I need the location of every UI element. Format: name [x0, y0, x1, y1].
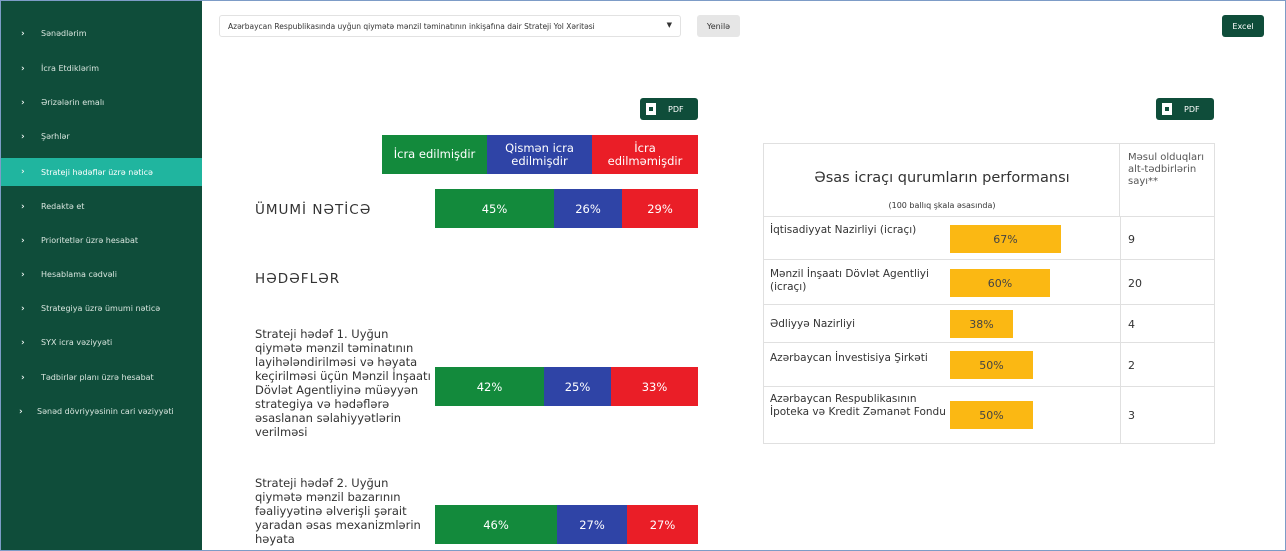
chevron-right-icon: › — [19, 407, 23, 417]
sidebar-item-label: Ərizələrin emalı — [41, 98, 105, 107]
reset-button[interactable]: Yenilə — [697, 15, 740, 37]
chevron-right-icon: › — [21, 98, 25, 108]
table-row: Mənzil İnşaatı Dövlət Agentliyi (icraçı)… — [764, 260, 1214, 305]
sidebar-item-label: SYX icra vəziyyəti — [41, 338, 113, 347]
performance-header: Əsas icraçı qurumların performansı (100 … — [764, 144, 1120, 217]
sidebar-item-calculation-table[interactable]: › Hesablama cədvəli — [1, 270, 202, 280]
excel-export-button[interactable]: Excel — [1222, 15, 1264, 37]
goal-1-text: Strateji hədəf 1. Uyğun qiymətə mənzil t… — [255, 327, 431, 439]
legend-done: İcra edilmişdir — [382, 135, 487, 174]
chevron-right-icon: › — [21, 373, 25, 383]
sidebar-item-documents[interactable]: › Sənədlərim — [1, 29, 202, 39]
sidebar-item-executed[interactable]: › İcra Etdiklərim — [1, 64, 202, 74]
sidebar-item-label: Strategiya üzrə ümumi nəticə — [41, 304, 161, 313]
sidebar-item-priorities-report[interactable]: › Prioritetlər üzrə hesabat — [1, 236, 202, 246]
overall-partial-segment: 26% — [554, 189, 622, 228]
pdf-button-label: PDF — [1184, 104, 1200, 114]
subtask-count: 4 — [1128, 318, 1135, 331]
table-row: Azərbaycan İnvestisiya Şirkəti 50% 2 — [764, 343, 1214, 387]
score-bar: 50% — [950, 401, 1033, 429]
sidebar-item-label: Redaktə et — [41, 202, 85, 211]
pdf-icon — [646, 103, 656, 115]
chevron-right-icon: › — [21, 202, 25, 212]
subtask-count: 9 — [1128, 233, 1135, 246]
strategy-select[interactable]: Azərbaycan Respublikasında uyğun qiymətə… — [219, 15, 681, 37]
legend-partial: Qismən icra edilmişdir — [487, 135, 592, 174]
legend-not-done: İcra edilməmişdir — [592, 135, 698, 174]
chevron-right-icon: › — [21, 132, 25, 142]
chevron-right-icon: › — [21, 304, 25, 314]
count-column-header: Məsul olduqları alt-tədbirlərin sayı** — [1120, 144, 1214, 217]
sidebar-item-label: Strateji hədəflər üzrə nəticə — [41, 167, 153, 177]
score-bar: 67% — [950, 225, 1061, 253]
sidebar-item-label: İcra Etdiklərim — [41, 64, 100, 73]
subtask-count: 3 — [1128, 409, 1135, 422]
chevron-down-icon: ▼ — [666, 21, 672, 29]
sidebar-item-action-plan-report[interactable]: › Tədbirlər planı üzrə hesabat — [1, 373, 202, 383]
sidebar-item-strategy-overall[interactable]: › Strategiya üzrə ümumi nəticə — [1, 304, 202, 314]
agency-name: Azərbaycan İnvestisiya Şirkəti — [770, 352, 928, 364]
performance-table: Əsas icraçı qurumların performansı (100 … — [763, 143, 1215, 444]
strategy-select-value: Azərbaycan Respublikasında uyğun qiymətə… — [228, 21, 595, 31]
sidebar-item-label: Tədbirlər planı üzrə hesabat — [41, 373, 154, 382]
goal-2-not-done-segment: 27% — [627, 505, 698, 544]
sidebar-item-strategic-results[interactable]: › Strateji hədəflər üzrə nəticə — [1, 158, 202, 186]
agency-name: Mənzil İnşaatı Dövlət Agentliyi (icraçı) — [770, 268, 929, 293]
overall-result-title: ÜMUMİ NƏTİCƏ — [255, 202, 372, 218]
agency-name: İqtisadiyyat Nazirliyi (icraçı) — [770, 224, 917, 236]
goal-2-text: Strateji hədəf 2. Uyğun qiymətə mənzil b… — [255, 476, 421, 546]
chevron-right-icon: › — [21, 236, 25, 246]
overall-not-done-segment: 29% — [622, 189, 698, 228]
table-row: Ədliyyə Nazirliyi 38% 4 — [764, 305, 1214, 343]
goal-1-done-segment: 42% — [435, 367, 544, 406]
sidebar-item-document-flow[interactable]: › Sənəd dövriyyəsinin cari vəziyyəti — [1, 405, 181, 419]
goals-heading: HƏDƏFLƏR — [255, 271, 341, 287]
goal-1-not-done-segment: 33% — [611, 367, 698, 406]
sidebar-item-comments[interactable]: › Şərhlər — [1, 132, 202, 142]
pdf-icon — [1162, 103, 1172, 115]
overall-result-bar: 45% 26% 29% — [435, 189, 698, 228]
goal-1-bar: 42% 25% 33% — [435, 367, 698, 406]
goal-2-bar: 46% 27% 27% — [435, 505, 698, 544]
goal-1-partial-segment: 25% — [544, 367, 611, 406]
score-bar: 60% — [950, 269, 1050, 297]
agency-name: Azərbaycan Respublikasının İpoteka və Kr… — [770, 393, 946, 418]
chevron-right-icon: › — [21, 338, 25, 348]
performance-subtitle: (100 ballıq şkala əsasında) — [888, 201, 996, 210]
sidebar-item-syx-status[interactable]: › SYX icra vəziyyəti — [1, 338, 202, 348]
goal-2-partial-segment: 27% — [557, 505, 627, 544]
agency-name: Ədliyyə Nazirliyi — [770, 318, 855, 330]
chevron-right-icon: › — [21, 29, 25, 39]
score-bar: 50% — [950, 351, 1033, 379]
sidebar-item-edit[interactable]: › Redaktə et — [1, 202, 202, 212]
sidebar-item-label: Şərhlər — [41, 132, 70, 141]
overall-done-segment: 45% — [435, 189, 554, 228]
sidebar-nav: › Sənədlərim › İcra Etdiklərim › Ərizələ… — [1, 1, 202, 550]
score-bar: 38% — [950, 310, 1013, 338]
pdf-export-button-right[interactable]: PDF — [1156, 98, 1214, 120]
table-row: İqtisadiyyat Nazirliyi (icraçı) 67% 9 — [764, 217, 1214, 260]
pdf-export-button-left[interactable]: PDF — [640, 98, 698, 120]
pdf-button-label: PDF — [668, 104, 684, 114]
table-row: Azərbaycan Respublikasının İpoteka və Kr… — [764, 387, 1214, 443]
chevron-right-icon: › — [21, 270, 25, 280]
performance-title: Əsas icraçı qurumların performansı — [814, 170, 1070, 186]
chevron-right-icon: › — [21, 64, 25, 74]
subtask-count: 20 — [1128, 277, 1142, 290]
sidebar-item-label: Sənədlərim — [41, 29, 87, 38]
sidebar-item-label: Hesablama cədvəli — [41, 270, 117, 279]
app-window: › Sənədlərim › İcra Etdiklərim › Ərizələ… — [0, 0, 1286, 551]
sidebar-item-applications[interactable]: › Ərizələrin emalı — [1, 98, 202, 108]
chevron-right-icon: › — [21, 167, 25, 177]
sidebar-item-label: Prioritetlər üzrə hesabat — [41, 236, 138, 245]
sidebar-item-label: Sənəd dövriyyəsinin cari vəziyyəti — [37, 407, 174, 416]
subtask-count: 2 — [1128, 359, 1135, 372]
goal-2-done-segment: 46% — [435, 505, 557, 544]
